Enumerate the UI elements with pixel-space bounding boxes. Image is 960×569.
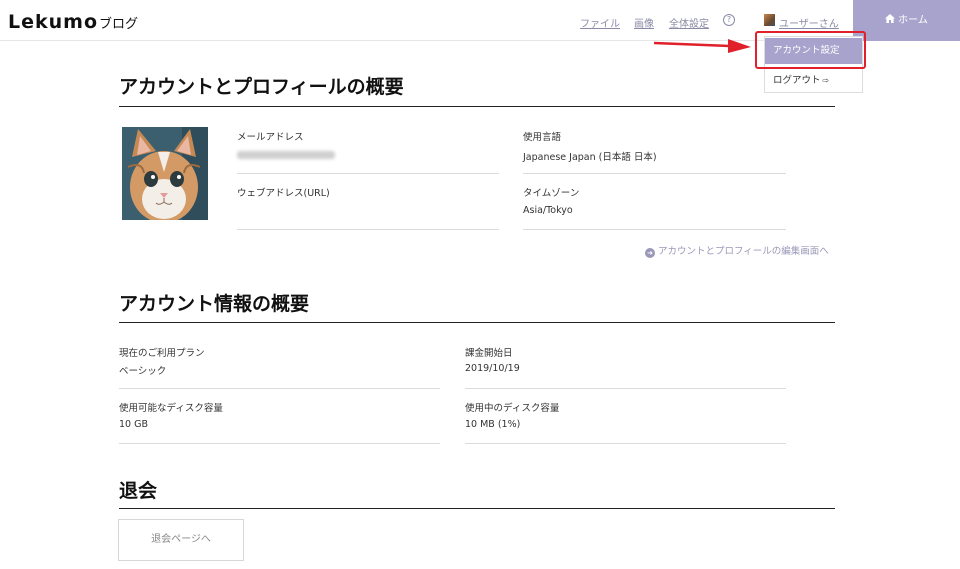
annotation-highlight-box: [755, 31, 866, 69]
home-label: ホーム: [898, 15, 928, 26]
disk-available-value: 10 GB: [119, 419, 148, 430]
disk-used-label: 使用中のディスク容量: [465, 403, 560, 414]
edit-profile-link-label: アカウントとプロフィールの編集画面へ: [658, 246, 829, 257]
logout-menu-item[interactable]: ログアウト ⇨: [773, 72, 829, 86]
logout-label: ログアウト: [773, 75, 821, 86]
field-divider: [523, 173, 786, 174]
timezone-label: タイムゾーン: [523, 188, 580, 199]
timezone-value: Asia/Tokyo: [523, 205, 573, 216]
disk-used-value: 10 MB (1%): [465, 419, 521, 430]
field-divider: [119, 443, 440, 444]
account-section-title: アカウント情報の概要: [119, 293, 310, 315]
withdraw-section-title: 退会: [119, 480, 158, 502]
user-avatar[interactable]: [764, 14, 775, 26]
field-divider: [465, 388, 786, 389]
plan-value: ベーシック: [119, 366, 167, 377]
billing-start-value: 2019/10/19: [465, 363, 520, 374]
user-menu-toggle[interactable]: ユーザーさん: [779, 15, 839, 30]
email-label: メールアドレス: [237, 132, 304, 143]
field-divider: [237, 173, 499, 174]
edit-profile-link[interactable]: ➜ アカウントとプロフィールの編集画面へ: [645, 243, 829, 258]
logo-sub: ブログ: [99, 17, 139, 32]
language-value: Japanese Japan (日本語 日本): [523, 152, 657, 163]
field-divider: [119, 388, 440, 389]
withdraw-section-divider: [119, 508, 835, 509]
field-divider: [465, 443, 786, 444]
profile-section-title: アカウントとプロフィールの概要: [119, 76, 404, 98]
billing-start-label: 課金開始日: [465, 348, 513, 359]
annotation-arrow-icon: [653, 39, 751, 53]
account-section-divider: [119, 322, 835, 323]
url-label: ウェブアドレス(URL): [237, 188, 330, 199]
home-button[interactable]: ホーム: [853, 0, 960, 41]
profile-photo: [122, 127, 208, 220]
language-label: 使用言語: [523, 132, 562, 143]
help-icon[interactable]: ?: [723, 14, 735, 26]
arrow-right-circle-icon: ➜: [645, 248, 655, 258]
logo-main: Lekumo: [8, 11, 99, 33]
nav-images[interactable]: 画像: [634, 15, 654, 30]
field-divider: [523, 229, 786, 230]
plan-label: 現在のご利用プラン: [119, 348, 205, 359]
withdraw-page-button[interactable]: 退会ページへ: [118, 519, 244, 561]
email-value-redacted: [237, 151, 335, 159]
profile-section-divider: [119, 106, 835, 107]
home-icon: [885, 0, 896, 41]
logout-icon: ⇨: [822, 76, 830, 85]
nav-global-settings[interactable]: 全体設定: [669, 15, 709, 30]
nav-files[interactable]: ファイル: [580, 15, 620, 30]
disk-available-label: 使用可能なディスク容量: [119, 403, 223, 414]
logo[interactable]: Lekumoブログ: [8, 11, 138, 33]
field-divider: [237, 229, 499, 230]
